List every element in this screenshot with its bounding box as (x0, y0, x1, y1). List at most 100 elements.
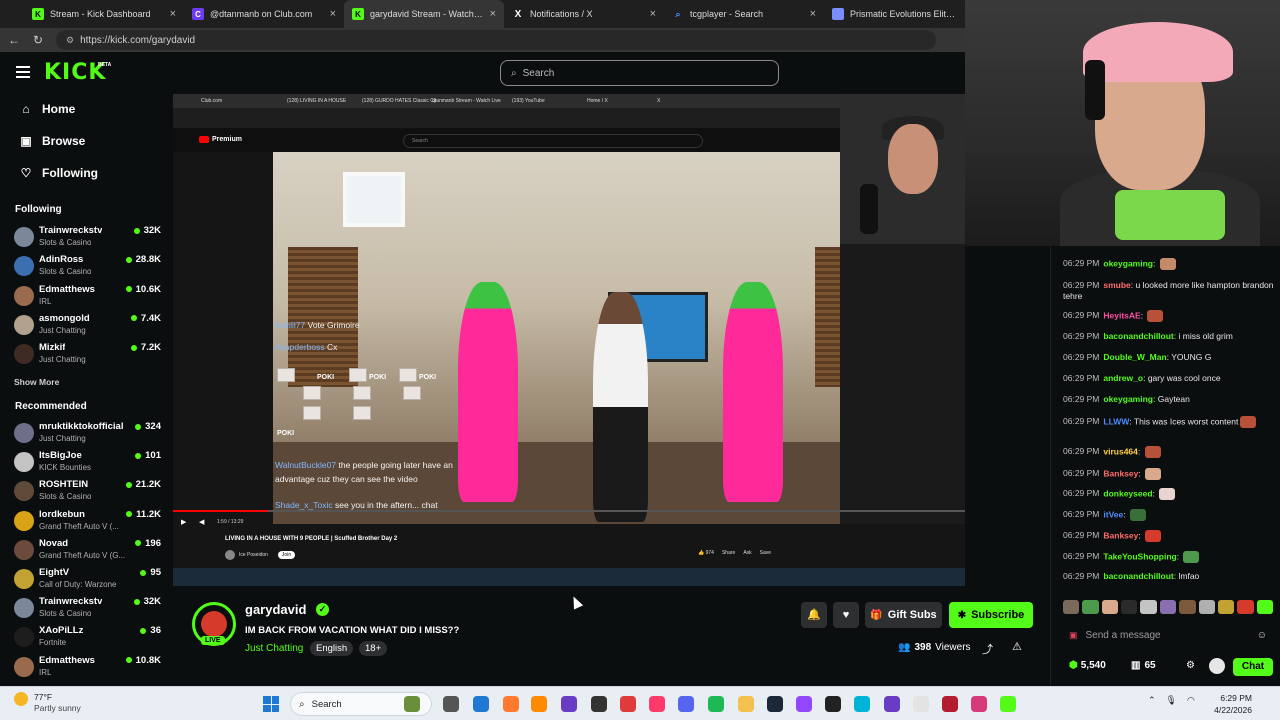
chat-username[interactable]: donkeyseed (1103, 488, 1152, 498)
wifi-icon[interactable]: ◠ (1187, 695, 1195, 706)
browser-tab-tcgplayer[interactable]: ⌕ tcgplayer - Search × (664, 0, 824, 28)
browser-tab-notifications-x[interactable]: X Notifications / X × (504, 0, 664, 28)
taskbar-app-icon[interactable] (678, 696, 694, 712)
channel-row[interactable]: AdinRoss Slots & Casino 28.8K (14, 253, 164, 281)
chat-username[interactable]: okeygaming (1103, 394, 1153, 404)
emote-icon[interactable] (1159, 600, 1177, 614)
gift-icon[interactable]: ▣ (1069, 630, 1078, 641)
microphone-icon[interactable]: 🎙 (1166, 695, 1177, 706)
emote-icon[interactable] (1101, 600, 1119, 614)
emote-icon[interactable] (1140, 600, 1157, 614)
taskbar-app-icon[interactable] (767, 696, 783, 712)
taskbar-app-icon[interactable] (561, 696, 577, 712)
taskbar-app-icon[interactable] (854, 696, 870, 712)
notification-bell-button[interactable]: 🔔 (801, 602, 827, 628)
taskbar-app-icon[interactable] (473, 696, 489, 712)
close-icon[interactable]: × (810, 8, 816, 20)
sidebar-item-home[interactable]: ⌂ Home (18, 102, 75, 116)
taskbar-app-icon[interactable] (1000, 696, 1016, 712)
reload-icon[interactable]: ↻ (28, 30, 48, 50)
channel-row[interactable]: Novad Grand Theft Auto V (G... 196 (14, 537, 164, 565)
chat-send-button[interactable]: Chat (1233, 658, 1273, 676)
share-icon[interactable]: ⤴ (982, 641, 993, 657)
taskbar-app-icon[interactable] (708, 696, 724, 712)
close-icon[interactable]: × (170, 8, 176, 20)
windows-start-icon[interactable] (263, 696, 279, 712)
channel-points[interactable]: ▥ 65 (1131, 660, 1156, 671)
channel-row[interactable]: Trainwreckstv Slots & Casino 32K (14, 595, 164, 623)
emote-icon[interactable] (1256, 600, 1273, 614)
tag-language[interactable]: English (310, 641, 354, 656)
subscribe-button[interactable]: ✱ Subscribe (949, 602, 1033, 628)
emote-icon[interactable] (1217, 600, 1235, 614)
chat-username[interactable]: Double_W_Man (1103, 352, 1166, 362)
show-more-button[interactable]: Show More (14, 377, 59, 387)
chat-username[interactable]: TakeYouShopping (1103, 551, 1176, 561)
taskbar-app-icon[interactable] (443, 696, 459, 712)
chat-username[interactable]: baconandchillout (1103, 571, 1173, 581)
url-input[interactable]: ⚙ https://kick.com/garydavid (56, 30, 936, 50)
emote-icon[interactable] (1082, 600, 1099, 614)
close-icon[interactable]: × (650, 8, 656, 20)
emote-icon[interactable] (1237, 600, 1254, 614)
emoji-icon[interactable]: ☺ (1257, 630, 1267, 641)
channel-row[interactable]: Trainwreckstv Slots & Casino 32K (14, 224, 164, 252)
chat-username[interactable]: baconandchillout (1103, 331, 1173, 341)
taskbar-app-icon[interactable] (503, 696, 519, 712)
site-settings-icon[interactable]: ⚙ (66, 35, 74, 46)
browser-tab-club[interactable]: C @dtanmanb on Club.com × (184, 0, 344, 28)
chat-username[interactable]: smube (1103, 280, 1130, 290)
close-icon[interactable]: × (490, 8, 496, 20)
taskbar-app-icon[interactable] (942, 696, 958, 712)
back-icon[interactable]: ← (4, 30, 24, 50)
chevron-up-icon[interactable]: ⌃ (1148, 695, 1156, 706)
taskbar-app-icon[interactable] (531, 696, 547, 712)
taskbar-app-icon[interactable] (404, 696, 420, 712)
channel-row[interactable]: Mizkif Just Chatting 7.2K (14, 341, 164, 369)
follow-button[interactable]: ♥ (833, 602, 859, 628)
taskbar-app-icon[interactable] (825, 696, 841, 712)
system-clock[interactable]: 6:29 PM 4/22/2026 (1200, 692, 1252, 716)
browser-tab-prismatic[interactable]: Prismatic Evolutions Elite Trainer B (824, 0, 965, 28)
channel-row[interactable]: ROSHTEIN Slots & Casino 21.2K (14, 478, 164, 506)
taskbar-app-icon[interactable] (620, 696, 636, 712)
taskbar-app-icon[interactable] (971, 696, 987, 712)
menu-icon[interactable] (16, 66, 30, 78)
emote-icon[interactable] (1198, 600, 1215, 614)
chat-username[interactable]: andrew_o (1103, 373, 1143, 383)
chat-username[interactable]: Banksey (1103, 468, 1138, 478)
chat-username[interactable]: okeygaming (1103, 258, 1153, 268)
chat-username[interactable]: HeyitsAE (1103, 310, 1140, 320)
taskbar-app-icon[interactable] (884, 696, 900, 712)
category-link[interactable]: Just Chatting (245, 643, 303, 654)
chat-username[interactable]: itVee (1103, 509, 1123, 519)
tag-age[interactable]: 18+ (359, 641, 388, 656)
taskbar-app-icon[interactable] (738, 696, 754, 712)
channel-row[interactable]: Edmatthews IRL 10.6K (14, 283, 164, 311)
kicks-balance[interactable]: ⬢ 5,540 (1069, 660, 1106, 671)
channel-row[interactable]: lordkebun Grand Theft Auto V (... 11.2K (14, 508, 164, 536)
gift-subs-button[interactable]: 🎁 Gift Subs (865, 602, 942, 628)
chat-username[interactable]: Banksey (1103, 530, 1138, 540)
channel-row[interactable]: asmongold Just Chatting 7.4K (14, 312, 164, 340)
search-input[interactable]: ⌕ Search (500, 60, 779, 86)
sidebar-item-following[interactable]: ♡ Following (18, 166, 98, 180)
chat-input[interactable]: ▣ Send a message ☺ (1063, 624, 1273, 646)
chat-username[interactable]: LLWW (1103, 416, 1129, 426)
emote-icon[interactable] (1063, 600, 1080, 614)
chat-username[interactable]: virus464 (1103, 446, 1138, 456)
browser-tab-garydavid[interactable]: K garydavid Stream - Watch Live on × (344, 0, 504, 28)
channel-row[interactable]: mruktikktokofficial Just Chatting 324 (14, 420, 164, 448)
channel-row[interactable]: ItsBigJoe KICK Bounties 101 (14, 449, 164, 477)
channel-row[interactable]: EightV Call of Duty: Warzone 95 (14, 566, 164, 594)
taskbar-app-icon[interactable] (913, 696, 929, 712)
taskbar-app-icon[interactable] (649, 696, 665, 712)
emote-icon[interactable] (1179, 600, 1196, 614)
close-icon[interactable]: × (330, 8, 336, 20)
streamer-name[interactable]: garydavid (245, 602, 306, 617)
browser-tab-kick-dashboard[interactable]: K Stream - Kick Dashboard × (24, 0, 184, 28)
gear-icon[interactable]: ⚙ (1186, 660, 1195, 671)
taskbar-app-icon[interactable] (591, 696, 607, 712)
channel-row[interactable]: XAoPiLLz Fortnite 36 (14, 624, 164, 652)
users-icon[interactable] (1209, 658, 1225, 674)
